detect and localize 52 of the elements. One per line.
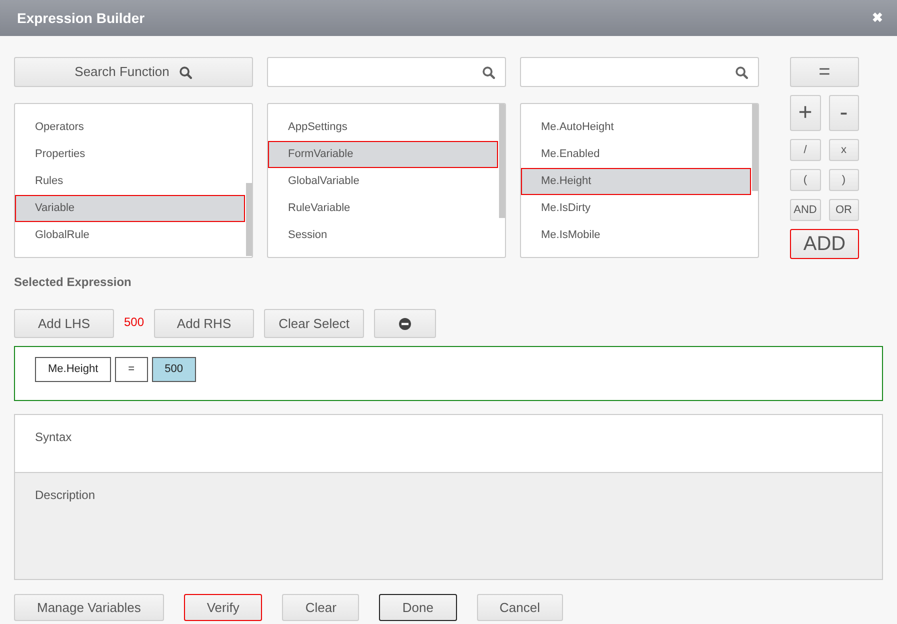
operator-button[interactable]: ) — [828, 169, 859, 191]
search-field[interactable] — [520, 57, 759, 87]
remove-button[interactable] — [374, 309, 436, 338]
operator-button[interactable]: = — [790, 57, 859, 87]
scrollbar-thumb[interactable] — [246, 183, 252, 256]
list-item[interactable]: GlobalVariable — [268, 168, 498, 194]
operator-button[interactable]: AND — [790, 199, 820, 221]
search-field[interactable] — [267, 57, 506, 87]
operator-button[interactable]: ( — [790, 169, 820, 191]
footer-button[interactable]: Verify — [184, 594, 262, 621]
list-item[interactable]: Session — [268, 222, 498, 248]
list-item[interactable]: Me.IsDirty — [521, 194, 751, 222]
action-button[interactable]: Add LHS — [14, 309, 114, 338]
operator-button[interactable]: ADD — [790, 229, 859, 259]
search-icon — [179, 66, 192, 78]
list-item[interactable]: Operators — [15, 114, 245, 140]
list-item[interactable]: GlobalRule — [15, 222, 245, 248]
footer-button[interactable]: Clear — [282, 594, 360, 621]
operator-button[interactable]: OR — [828, 199, 859, 221]
footer-button[interactable]: Done — [379, 594, 456, 621]
list-item[interactable]: Me.Height — [521, 168, 751, 194]
window-title: Expression Builder — [17, 8, 145, 28]
description-label: Description — [35, 488, 96, 502]
list-item[interactable]: Me.Enabled — [521, 140, 751, 168]
list-item[interactable]: Properties — [15, 140, 245, 168]
expression-token[interactable]: 500 — [152, 357, 196, 382]
footer-button[interactable]: Manage Variables — [14, 594, 164, 621]
list-item[interactable]: Me.AutoHeight — [521, 114, 751, 140]
action-button[interactable]: Add RHS — [154, 309, 254, 338]
search-icon — [482, 66, 495, 78]
minus-circle-icon — [399, 318, 412, 330]
action-button[interactable]: Clear Select — [264, 309, 364, 338]
expression-token[interactable]: Me.Height — [35, 357, 112, 382]
list-item[interactable]: RuleVariable — [268, 194, 498, 222]
operator-button[interactable]: - — [828, 95, 859, 131]
list-item[interactable]: FormVariable — [268, 140, 498, 168]
scrollbar-thumb[interactable] — [752, 104, 758, 191]
scrollbar-thumb[interactable] — [499, 104, 505, 218]
list-item[interactable]: Rules — [15, 168, 245, 194]
operator-button[interactable]: x — [828, 139, 859, 161]
operator-button[interactable]: / — [790, 139, 820, 161]
list-item[interactable]: AppSettings — [268, 114, 498, 140]
search-icon — [735, 66, 748, 78]
syntax-label: Syntax — [35, 430, 72, 444]
list-item[interactable]: Me.IsMobile — [521, 222, 751, 248]
value-text: 500 — [124, 314, 144, 331]
search-function-button[interactable]: Search Function — [14, 57, 253, 87]
expression-token[interactable]: = — [115, 357, 148, 382]
footer-button[interactable]: Cancel — [476, 594, 563, 621]
section-heading: Selected Expression — [14, 274, 132, 291]
operator-button[interactable]: + — [790, 95, 820, 131]
list-item[interactable]: Variable — [15, 194, 245, 222]
